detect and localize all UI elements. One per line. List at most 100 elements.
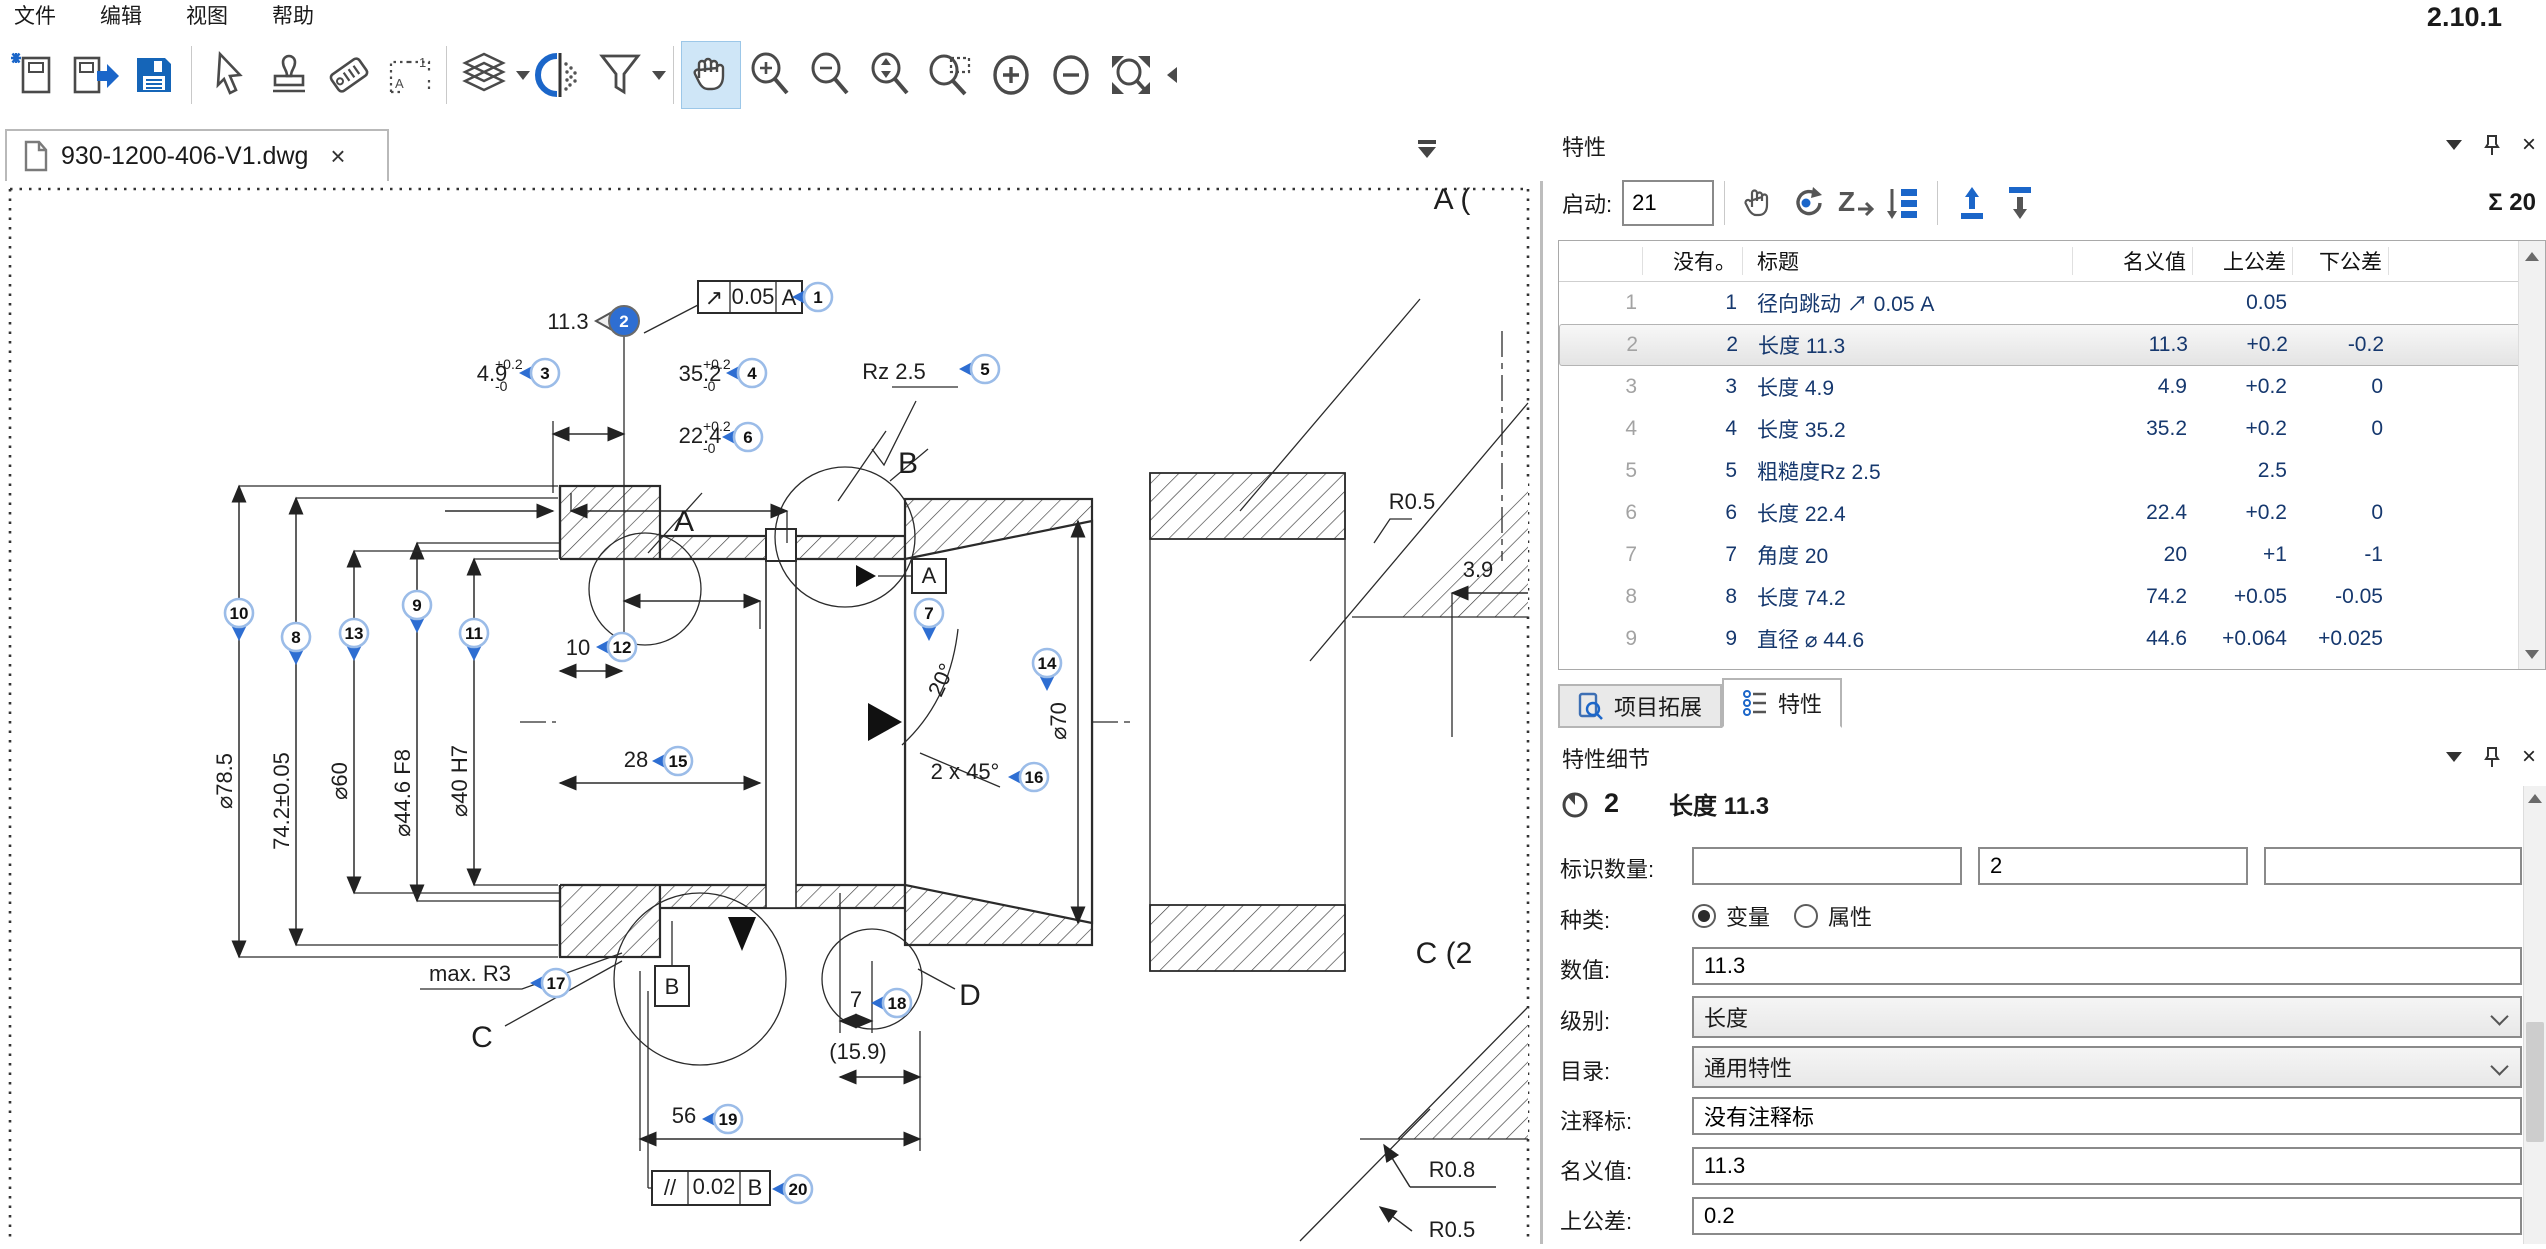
save-button[interactable] [124, 41, 184, 109]
balloon-8[interactable]: 8 [282, 623, 310, 665]
stamp-tool-button[interactable] [259, 41, 319, 109]
balloon-4[interactable]: 4 [726, 359, 766, 387]
panel-menu-icon[interactable] [2446, 140, 2462, 150]
table-row[interactable]: 5 5 粗糙度Rz 2.5 2.5 [1559, 450, 2545, 492]
drawing-canvas[interactable]: ⌀78.5 74.2±0.05 ⌀60 ⌀44.6 F8 ⌀40 H7 11.3… [0, 181, 1543, 1244]
select-tool-button[interactable] [199, 41, 259, 109]
menu-edit[interactable]: 编辑 [100, 0, 142, 30]
balloon-17[interactable]: 17 [530, 969, 570, 997]
mirror-view-button[interactable] [530, 41, 590, 109]
increase-button[interactable] [981, 41, 1041, 109]
move-bottom-button[interactable] [1996, 178, 2044, 228]
col-lower[interactable]: 下公差 [2293, 247, 2389, 275]
table-row[interactable]: 4 4 长度 35.2 35.2 +0.2 0 [1559, 408, 2545, 450]
balloon-13[interactable]: 13 [340, 619, 368, 661]
filter-button[interactable] [590, 41, 650, 109]
region-select-button[interactable]: A 1 [379, 41, 439, 109]
balloon-18[interactable]: 18 [871, 989, 911, 1017]
dim-dia44-text: ⌀44.6 F8 [390, 749, 415, 837]
details-scrollbar[interactable] [2523, 786, 2546, 1244]
id-count-input-3[interactable] [2264, 847, 2522, 885]
layers-button[interactable] [454, 41, 514, 109]
open-document-button[interactable] [64, 41, 124, 109]
layers-dropdown-caret[interactable] [516, 71, 530, 80]
col-title[interactable]: 标题 [1743, 247, 2073, 275]
menu-help[interactable]: 帮助 [272, 0, 314, 30]
fcf-parallelism: // 0.02 B [648, 991, 770, 1205]
chevron-down-icon [2490, 1057, 2508, 1075]
pan-tool-button[interactable] [681, 41, 741, 109]
value-input[interactable] [1692, 947, 2522, 985]
svg-text:14: 14 [1038, 654, 1057, 673]
tag-tool-button[interactable] [319, 41, 379, 109]
col-upper[interactable]: 上公差 [2193, 247, 2293, 275]
id-count-input-1[interactable] [1692, 847, 1962, 885]
table-row[interactable]: 1 1 径向跳动 ↗ 0.05 A 0.05 [1559, 282, 2545, 324]
details-scroll-thumb[interactable] [2526, 1022, 2544, 1142]
tab-project-expand[interactable]: 项目拓展 [1558, 684, 1722, 728]
r05-bottom-text: R0.5 [1429, 1217, 1475, 1242]
nominal-input[interactable] [1692, 1147, 2522, 1185]
detail-item-no: 2 [1604, 788, 1619, 819]
upper-tol-input[interactable] [1692, 1197, 2522, 1235]
menu-view[interactable]: 视图 [186, 0, 228, 30]
class-select[interactable]: 长度 [1692, 996, 2522, 1038]
zoom-fit-button[interactable] [1101, 41, 1161, 109]
scroll-up-icon[interactable] [2519, 241, 2545, 271]
col-nominal[interactable]: 名义值 [2073, 247, 2193, 275]
svg-text:+0.2: +0.2 [495, 356, 523, 372]
move-bottom-icon [2003, 185, 2037, 221]
start-input[interactable] [1622, 180, 1714, 226]
toolbar-collapse-button[interactable] [1161, 41, 1183, 109]
z-order-icon: Z [1836, 185, 1874, 221]
menu-bar: 文件 编辑 视图 帮助 [0, 0, 314, 30]
tab-close-icon[interactable]: × [330, 141, 345, 172]
id-count-input-2[interactable] [1978, 847, 2248, 885]
save-icon [129, 50, 179, 100]
zoom-window-button[interactable] [921, 41, 981, 109]
move-top-button[interactable] [1948, 178, 1996, 228]
filter-dropdown-caret[interactable] [652, 71, 666, 80]
table-scrollbar[interactable] [2518, 241, 2545, 669]
radio-attribute[interactable] [1794, 904, 1818, 928]
details-close-icon[interactable]: × [2522, 747, 2536, 767]
z-order-button[interactable]: Z [1831, 178, 1879, 228]
balloon-11[interactable]: 11 [460, 619, 488, 661]
document-tab[interactable]: 930-1200-406-V1.dwg × [5, 129, 389, 181]
table-row[interactable]: 6 6 长度 22.4 22.4 +0.2 0 [1559, 492, 2545, 534]
table-row-selected[interactable]: 2 2 长度 11.3 11.3 +0.2 -0.2 [1559, 324, 2545, 366]
balloon-19[interactable]: 19 [702, 1105, 742, 1133]
details-pin-icon[interactable] [2484, 746, 2500, 768]
dim-7-text: 7 [850, 987, 862, 1012]
note-input[interactable] [1692, 1097, 2522, 1135]
new-document-button[interactable] [4, 41, 64, 109]
catalog-select[interactable]: 通用特性 [1692, 1046, 2522, 1088]
table-row[interactable]: 8 8 长度 74.2 74.2 +0.05 -0.05 [1559, 576, 2545, 618]
pick-tool-button[interactable] [1735, 178, 1783, 228]
balloon-2-selected[interactable]: 2 [596, 306, 639, 336]
col-no[interactable]: 没有。 [1643, 247, 1743, 275]
balloon-20[interactable]: 20 [772, 1175, 812, 1203]
balloon-3[interactable]: 3 [519, 359, 559, 387]
table-row[interactable]: 7 7 角度 20 20 +1 -1 [1559, 534, 2545, 576]
menu-file[interactable]: 文件 [14, 0, 56, 30]
table-row[interactable]: 9 9 直径 ⌀ 44.6 44.6 +0.064 +0.025 [1559, 618, 2545, 660]
zoom-dynamic-button[interactable] [861, 41, 921, 109]
refresh-rotate-button[interactable] [1783, 178, 1831, 228]
decrease-button[interactable] [1041, 41, 1101, 109]
tab-characteristics[interactable]: 特性 [1722, 678, 1842, 728]
pin-icon[interactable] [2484, 134, 2500, 156]
zoom-out-tool-button[interactable] [801, 41, 861, 109]
balloon-10[interactable]: 10 [225, 599, 253, 641]
details-scroll-up-icon[interactable] [2524, 786, 2546, 810]
sort-list-button[interactable] [1879, 178, 1927, 228]
scroll-down-icon[interactable] [2519, 639, 2545, 669]
details-menu-icon[interactable] [2446, 752, 2462, 762]
balloon-9[interactable]: 9 [403, 591, 431, 633]
radio-variable[interactable] [1692, 904, 1716, 928]
table-row[interactable]: 3 3 长度 4.9 4.9 +0.2 0 [1559, 366, 2545, 408]
balloon-5[interactable]: 5 [959, 355, 999, 383]
zoom-in-tool-button[interactable] [741, 41, 801, 109]
panel-close-icon[interactable]: × [2522, 135, 2536, 155]
tab-overflow-icon[interactable] [1418, 140, 1438, 158]
